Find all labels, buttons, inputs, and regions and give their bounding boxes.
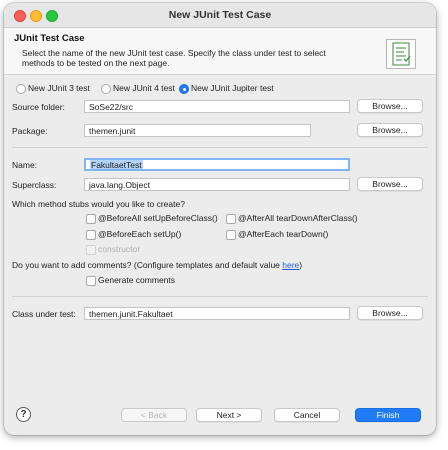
source-folder-input[interactable]: SoSe22/src xyxy=(84,100,350,113)
radio-junit3-label: New JUnit 3 test xyxy=(28,83,90,93)
separator xyxy=(12,296,428,297)
next-button[interactable]: Next > xyxy=(196,408,262,422)
constructor-checkbox xyxy=(86,245,96,255)
before-all-checkbox[interactable] xyxy=(86,214,96,224)
dialog-window: New JUnit Test Case JUnit Test Case Sele… xyxy=(4,3,436,435)
banner-title: JUnit Test Case xyxy=(14,33,85,44)
after-all-checkbox[interactable] xyxy=(226,214,236,224)
package-browse-button[interactable]: Browse... xyxy=(357,123,423,137)
comments-question: Do you want to add comments? (Configure … xyxy=(12,260,302,270)
package-label: Package: xyxy=(12,126,48,136)
before-all-label: @BeforeAll setUpBeforeClass() xyxy=(98,213,218,223)
generate-comments-checkbox[interactable] xyxy=(86,276,96,286)
cancel-button[interactable]: Cancel xyxy=(274,408,340,422)
separator xyxy=(12,147,428,148)
junit-wizard-icon xyxy=(386,39,416,69)
before-each-checkbox[interactable] xyxy=(86,230,96,240)
class-under-test-browse-button[interactable]: Browse... xyxy=(357,306,423,320)
name-label: Name: xyxy=(12,160,38,170)
back-button: < Back xyxy=(121,408,187,422)
constructor-label: constructor xyxy=(98,244,141,254)
superclass-browse-button[interactable]: Browse... xyxy=(357,177,423,191)
class-under-test-label: Class under test: xyxy=(12,309,76,319)
source-folder-label: Source folder: xyxy=(12,102,65,112)
configure-templates-link[interactable]: here xyxy=(282,260,299,270)
package-input[interactable]: themen.junit xyxy=(84,124,311,137)
radio-junit-jupiter-label: New JUnit Jupiter test xyxy=(191,83,274,93)
radio-junit3[interactable] xyxy=(16,84,26,94)
title-bar: New JUnit Test Case xyxy=(4,3,436,28)
source-folder-browse-button[interactable]: Browse... xyxy=(357,99,423,113)
radio-junit-jupiter[interactable] xyxy=(179,84,189,94)
after-all-label: @AfterAll tearDownAfterClass() xyxy=(238,213,358,223)
window-title: New JUnit Test Case xyxy=(168,9,272,21)
class-under-test-input[interactable]: themen.junit.Fakultaet xyxy=(84,307,350,320)
before-each-label: @BeforeEach setUp() xyxy=(98,229,182,239)
comments-question-end: ) xyxy=(299,260,303,270)
radio-junit4[interactable] xyxy=(101,84,111,94)
comments-question-text: Do you want to add comments? (Configure … xyxy=(12,260,283,270)
radio-junit4-label: New JUnit 4 test xyxy=(113,83,175,93)
help-icon[interactable]: ? xyxy=(16,407,31,422)
generate-comments-label: Generate comments xyxy=(98,275,176,285)
name-input[interactable]: FakultaetTest xyxy=(84,158,350,171)
method-stubs-question: Which method stubs would you like to cre… xyxy=(12,199,185,209)
finish-button[interactable]: Finish xyxy=(355,408,421,422)
wizard-banner: JUnit Test Case Select the name of the n… xyxy=(4,28,436,75)
after-each-checkbox[interactable] xyxy=(226,230,236,240)
banner-description: Select the name of the new JUnit test ca… xyxy=(22,48,326,68)
name-input-value: FakultaetTest xyxy=(90,160,143,170)
superclass-label: Superclass: xyxy=(12,180,57,190)
superclass-input[interactable]: java.lang.Object xyxy=(84,178,350,191)
after-each-label: @AfterEach tearDown() xyxy=(238,229,329,239)
